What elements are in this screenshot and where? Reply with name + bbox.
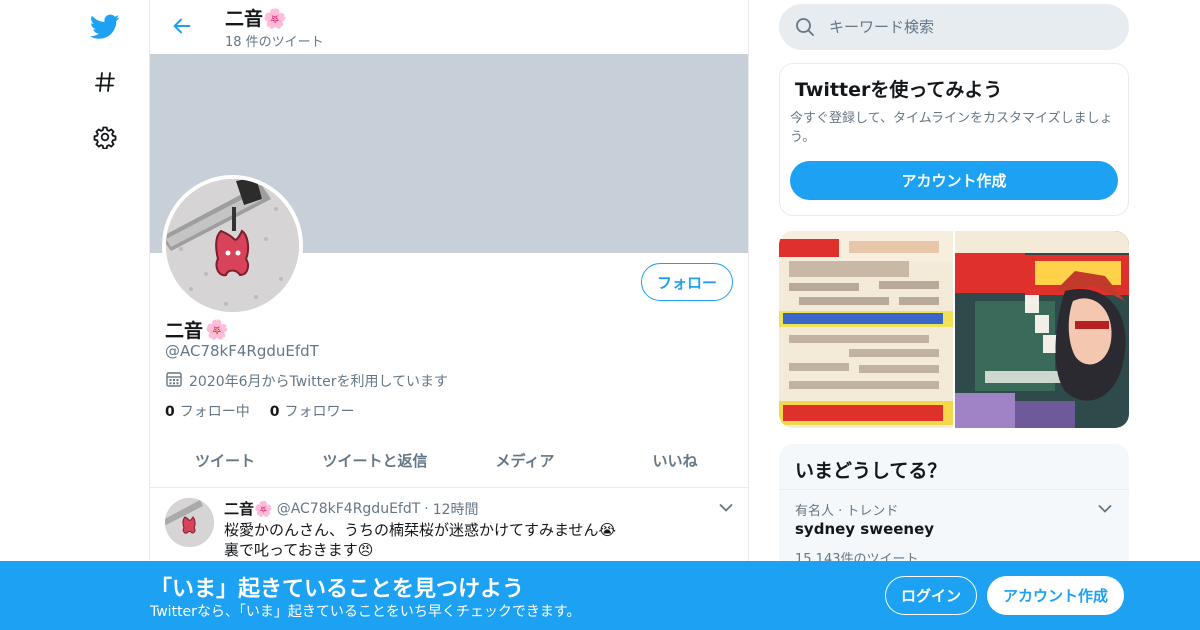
flower-emoji: 🌸 (263, 8, 287, 30)
following-count: 0 (165, 404, 175, 420)
media-grid (779, 231, 1129, 428)
tweet-header: 二音🌸 @AC78kF4RgduEfdT · 12時間 (224, 498, 479, 519)
tweet-text-line: 桜愛かのんさん、うちの楠栞桜が迷惑かけてすみません😭 (224, 521, 617, 539)
trends-title: いまどうしてる？ (795, 460, 947, 482)
tweet-author-handle[interactable]: @AC78kF4RgduEfdT (277, 501, 421, 517)
hashtag-icon[interactable] (88, 65, 122, 99)
profile-name-text: 二音 (165, 320, 204, 342)
twitter-bird-icon[interactable] (88, 10, 122, 44)
calendar-icon (165, 370, 183, 392)
flower-emoji: 🌸 (205, 319, 229, 341)
search-input[interactable] (829, 4, 1119, 50)
tweet-text: 桜愛かのんさん、うちの楠栞桜が迷惑かけてすみません😭 裏で叱っておきます😠 (224, 520, 616, 560)
following-stat[interactable]: 0 フォロー中 (165, 401, 250, 421)
tweet-text-line: 裏で叱っておきます😠 (224, 541, 374, 559)
bottom-signup-bar: 「いま」起きていることを見つけよう Twitterなら、「いま」起きていることを… (0, 561, 1200, 630)
chevron-down-icon[interactable] (716, 498, 736, 518)
back-arrow-icon[interactable] (168, 12, 196, 40)
tab-media[interactable]: メディア (450, 433, 600, 487)
profile-header-bar: 二音🌸 18 件のツイート (150, 0, 748, 54)
chevron-down-icon[interactable] (1095, 499, 1115, 519)
left-nav (0, 0, 150, 630)
profile-handle: @AC78kF4RgduEfdT (165, 342, 319, 360)
profile-avatar[interactable] (162, 175, 303, 316)
tweet-avatar[interactable] (165, 498, 214, 547)
profile-tabs: ツイート ツイートと返信 メディア いいね (150, 433, 748, 488)
tweet-count: 18 件のツイート (225, 35, 324, 50)
flower-emoji: 🌸 (254, 500, 273, 518)
profile-column: 二音🌸 18 件のツイート フォロー 二音 🌸 @AC78kF4RgduEfdT … (149, 0, 749, 630)
search-bar (779, 4, 1129, 50)
tweet-author-text: 二音 (224, 500, 255, 518)
tweet-timestamp[interactable]: 12時間 (433, 499, 479, 519)
followers-label: フォロワー (284, 404, 355, 420)
divider (779, 489, 1129, 490)
signup-card-title: Twitterを使ってみよう (795, 79, 1003, 101)
followers-count: 0 (269, 404, 280, 420)
signup-button[interactable]: アカウント作成 (987, 576, 1124, 615)
tab-likes[interactable]: いいね (600, 433, 748, 487)
media-thumbnail[interactable] (955, 231, 1129, 428)
tweet-author-name[interactable]: 二音🌸 (224, 498, 273, 519)
header-name: 二音 (225, 8, 264, 30)
create-account-button[interactable]: アカウント作成 (790, 161, 1118, 200)
login-button[interactable]: ログイン (885, 576, 977, 615)
bottom-bar-subtitle: Twitterなら、「いま」起きていることをいち早くチェックできます。 (150, 604, 581, 620)
profile-name: 二音 🌸 (165, 316, 229, 343)
tweet-separator: · (424, 500, 429, 517)
trend-item-name[interactable]: sydney sweeney (795, 520, 934, 538)
signup-card-description: 今すぐ登録して、タイムラインをカスタマイズしましょう。 (790, 111, 1113, 145)
tab-tweets-and-replies[interactable]: ツイートと返信 (300, 433, 450, 487)
joined-date: 2020年6月からTwitterを利用しています (165, 370, 448, 392)
joined-text: 2020年6月からTwitterを利用しています (189, 374, 449, 390)
search-icon (795, 17, 815, 41)
signup-card: Twitterを使ってみよう 今すぐ登録して、タイムラインをカスタマイズしましょ… (779, 63, 1129, 216)
profile-stats: 0 フォロー中 0 フォロワー (165, 401, 355, 421)
follow-button[interactable]: フォロー (641, 263, 733, 301)
tab-tweets[interactable]: ツイート (150, 433, 300, 487)
media-thumbnail[interactable] (779, 231, 953, 428)
bottom-bar-title: 「いま」起きていることを見つけよう (150, 577, 525, 602)
page-title: 二音🌸 (225, 4, 287, 31)
trend-meta: 有名人 · トレンド (795, 504, 899, 519)
gear-icon[interactable] (88, 120, 122, 154)
followers-stat[interactable]: 0 フォロワー (270, 401, 355, 421)
following-label: フォロー中 (179, 404, 250, 420)
